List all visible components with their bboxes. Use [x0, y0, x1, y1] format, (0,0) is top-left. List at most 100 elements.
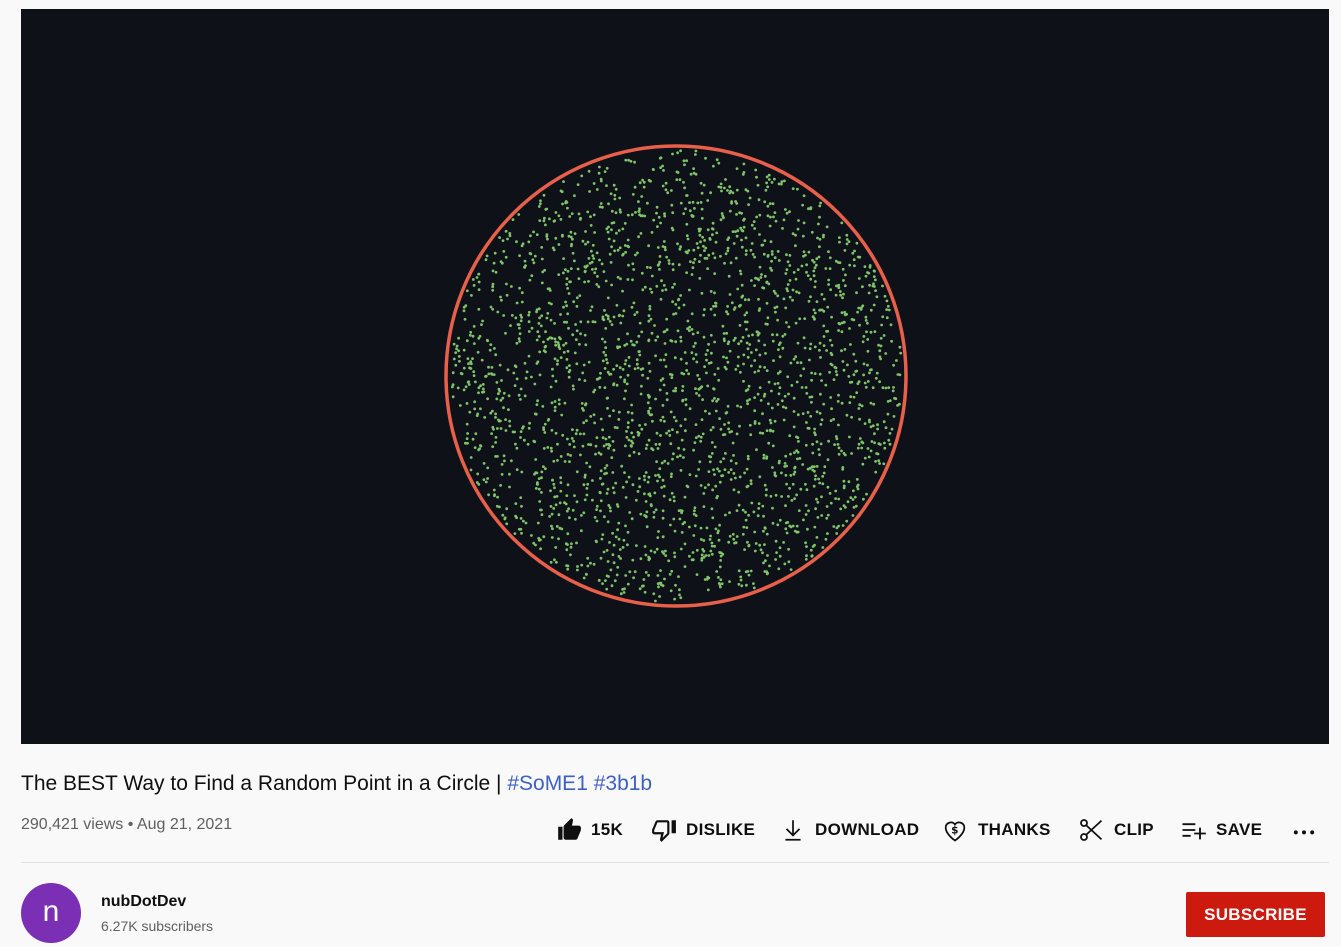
random-point — [837, 497, 841, 501]
random-point — [533, 472, 536, 476]
random-point — [875, 295, 879, 299]
random-point — [725, 331, 729, 335]
random-point — [493, 493, 496, 496]
random-point — [566, 287, 569, 290]
more-actions-button[interactable] — [1290, 812, 1318, 848]
random-point — [780, 495, 783, 498]
random-point — [617, 537, 621, 541]
random-point — [551, 527, 554, 531]
random-point — [493, 347, 496, 350]
channel-name[interactable]: nubDotDev — [101, 893, 186, 911]
random-point — [782, 218, 786, 222]
random-point — [498, 363, 502, 367]
random-point — [661, 164, 664, 168]
thanks-button[interactable]: $ THANKS — [941, 812, 1051, 848]
random-point — [742, 353, 746, 357]
random-point — [726, 404, 730, 408]
random-point — [617, 555, 621, 558]
random-point — [515, 301, 519, 305]
random-point — [735, 509, 739, 512]
random-point — [489, 411, 493, 415]
random-point — [611, 486, 615, 490]
video-frame — [444, 144, 908, 608]
random-point — [620, 464, 624, 468]
random-point — [636, 430, 640, 434]
random-point — [558, 526, 562, 530]
random-point — [603, 386, 607, 389]
random-point — [750, 501, 754, 505]
download-button[interactable]: DOWNLOAD — [780, 812, 919, 848]
random-point — [613, 249, 616, 253]
random-point — [659, 297, 663, 301]
random-point — [578, 294, 582, 297]
hashtag-3b1b[interactable]: #3b1b — [594, 772, 652, 795]
random-point — [799, 374, 803, 377]
random-point — [777, 392, 781, 396]
random-point — [628, 511, 632, 514]
random-point — [830, 407, 833, 411]
random-point — [738, 324, 742, 327]
like-button[interactable]: 15K — [556, 812, 623, 848]
random-point — [527, 310, 531, 314]
random-point — [746, 540, 749, 544]
random-point — [605, 358, 608, 361]
random-point — [508, 234, 512, 238]
subscribe-button[interactable]: SUBSCRIBE — [1186, 892, 1325, 937]
save-button[interactable]: SAVE — [1179, 812, 1262, 848]
random-point — [637, 433, 640, 437]
random-point — [647, 319, 651, 323]
random-point — [784, 504, 787, 508]
random-point — [815, 257, 819, 261]
random-point — [612, 491, 616, 495]
random-point — [805, 554, 808, 558]
dislike-button[interactable]: DISLIKE — [651, 812, 755, 848]
random-point — [614, 211, 618, 215]
random-point — [552, 507, 556, 510]
random-point — [732, 488, 736, 492]
random-point — [534, 412, 538, 416]
random-point — [747, 384, 751, 388]
scrollbar-track[interactable] — [1331, 0, 1341, 947]
random-point — [807, 299, 811, 303]
random-point — [641, 373, 644, 377]
random-point — [627, 245, 630, 249]
random-point — [646, 201, 649, 205]
save-label: SAVE — [1216, 820, 1263, 839]
random-point — [648, 305, 652, 308]
random-point — [550, 428, 554, 432]
random-point — [666, 191, 670, 195]
random-point — [855, 391, 859, 394]
random-point — [679, 357, 683, 361]
random-point — [616, 275, 620, 279]
random-point — [818, 215, 821, 219]
random-point — [876, 423, 879, 427]
random-point — [716, 367, 720, 370]
random-point — [588, 261, 592, 265]
random-point — [861, 462, 865, 466]
random-point — [613, 426, 617, 429]
random-point — [782, 418, 786, 422]
video-player[interactable] — [21, 9, 1329, 744]
random-point — [594, 539, 598, 543]
random-point — [661, 535, 665, 539]
random-point — [726, 312, 730, 316]
random-point — [824, 267, 828, 270]
random-point — [542, 193, 546, 197]
random-point — [700, 418, 704, 421]
random-point — [508, 424, 512, 428]
random-point — [879, 344, 883, 348]
random-point — [633, 160, 636, 164]
random-point — [860, 446, 864, 450]
random-point — [467, 383, 471, 386]
random-point — [644, 553, 648, 557]
clip-button[interactable]: CLIP — [1077, 812, 1154, 848]
random-point — [676, 455, 679, 459]
hashtag-some1[interactable]: #SoME1 — [507, 772, 588, 795]
random-point — [864, 319, 868, 322]
random-point — [535, 338, 539, 342]
channel-avatar[interactable]: n — [21, 883, 81, 943]
random-point — [787, 547, 790, 551]
random-point — [545, 207, 549, 211]
random-point — [601, 428, 604, 432]
random-point — [864, 274, 868, 278]
